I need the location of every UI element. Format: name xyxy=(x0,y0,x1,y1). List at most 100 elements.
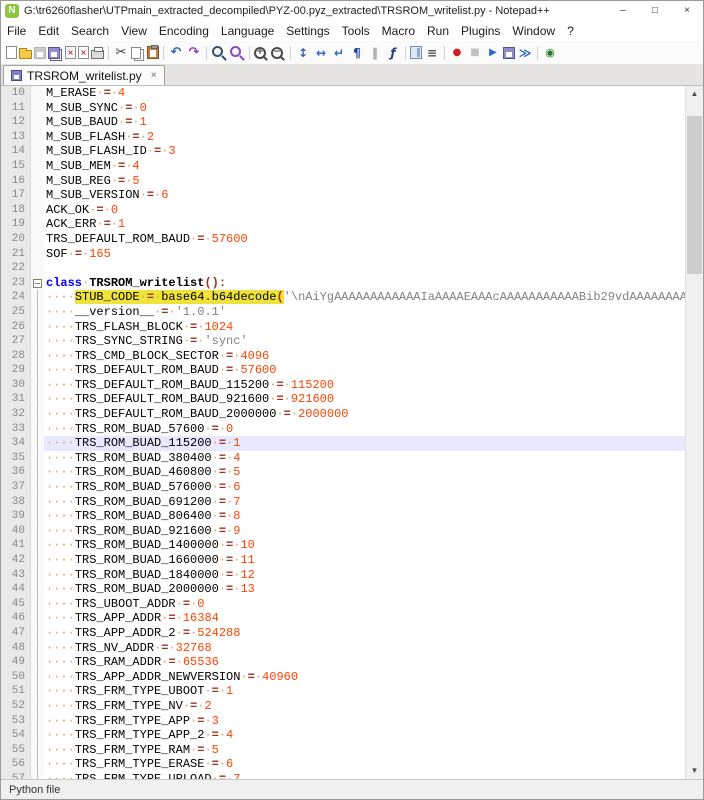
scroll-up-icon[interactable]: ▲ xyxy=(686,86,703,102)
print-icon[interactable] xyxy=(91,47,104,59)
code-line[interactable]: 35 ····TRS_ROM_BUAD_380400·=·4 xyxy=(1,450,685,466)
code-line[interactable]: 32 ····TRS_DEFAULT_ROM_BAUD_2000000·=·200… xyxy=(1,407,685,422)
zoom-in-icon[interactable]: + xyxy=(254,46,266,59)
code-line[interactable]: 15 M_SUB_MEM·=·4 xyxy=(1,158,685,174)
code-line[interactable]: 31 ····TRS_DEFAULT_ROM_BAUD_921600·=·9216… xyxy=(1,392,685,408)
fold-minus-icon[interactable] xyxy=(33,278,42,288)
code-line[interactable]: 39 ····TRS_ROM_BUAD_806400·=·8 xyxy=(1,509,685,524)
code-line[interactable]: 37 ····TRS_ROM_BUAD_576000·=·6 xyxy=(1,480,685,495)
code-line[interactable]: 29 ····TRS_DEFAULT_ROM_BAUD·=·57600 xyxy=(1,363,685,378)
function-list-icon[interactable]: ƒ xyxy=(385,45,401,61)
code-line[interactable]: 13 M_SUB_FLASH·=·2 xyxy=(1,129,685,145)
save-all-icon[interactable] xyxy=(48,46,60,59)
show-all-characters-icon[interactable]: ¶ xyxy=(349,45,365,61)
code-line[interactable]: 47 ····TRS_APP_ADDR_2·=·524288 xyxy=(1,625,685,641)
scroll-down-icon[interactable]: ▼ xyxy=(686,763,703,779)
scrollbar-thumb[interactable] xyxy=(687,116,702,274)
code-line[interactable]: 26 ····TRS_FLASH_BLOCK·=·1024 xyxy=(1,319,685,335)
play-macro-icon[interactable]: ▶ xyxy=(485,45,501,61)
code-line[interactable]: 52 ····TRS_FRM_TYPE_NV·=·2 xyxy=(1,698,685,714)
code-line[interactable]: 49 ····TRS_RAM_ADDR·=·65536 xyxy=(1,655,685,670)
menu-item-run[interactable]: Run xyxy=(421,22,455,40)
copy-icon[interactable] xyxy=(131,46,141,59)
stop-macro-icon[interactable]: ■ xyxy=(467,45,483,61)
close-icon[interactable] xyxy=(65,46,76,59)
code-line[interactable]: 17 M_SUB_VERSION·=·6 xyxy=(1,188,685,203)
scrollbar-track[interactable] xyxy=(686,102,703,763)
code-line[interactable]: 21 SOF·=·165 xyxy=(1,246,685,262)
zoom-out-icon[interactable]: − xyxy=(271,46,283,59)
code-line[interactable]: 16 M_SUB_REG·=·5 xyxy=(1,173,685,189)
code-line[interactable]: 22 xyxy=(1,261,685,276)
code-line[interactable]: 27 ····TRS_SYNC_STRING·=·'sync' xyxy=(1,334,685,349)
record-macro-icon[interactable]: ● xyxy=(449,45,465,61)
document-map-icon[interactable] xyxy=(410,46,422,59)
code-line[interactable]: 18 ACK_OK·=·0 xyxy=(1,202,685,218)
code-line[interactable]: 54 ····TRS_FRM_TYPE_APP_2·=·4 xyxy=(1,728,685,743)
code-line[interactable]: 20 TRS_DEFAULT_ROM_BAUD·=·57600 xyxy=(1,231,685,247)
code-line[interactable]: 36 ····TRS_ROM_BUAD_460800·=·5 xyxy=(1,465,685,481)
menu-item-view[interactable]: View xyxy=(115,22,153,40)
code-line[interactable]: 14 M_SUB_FLASH_ID·=·3 xyxy=(1,144,685,159)
code-line[interactable]: 45 ····TRS_UBOOT_ADDR·=·0 xyxy=(1,596,685,612)
code-line[interactable]: 48 ····TRS_NV_ADDR·=·32768 xyxy=(1,640,685,656)
cut-icon[interactable]: ✂ xyxy=(113,45,129,61)
menu-item-tools[interactable]: Tools xyxy=(336,22,376,40)
code-line[interactable]: 12 M_SUB_BAUD·=·1 xyxy=(1,115,685,130)
close-button[interactable]: × xyxy=(671,1,703,21)
menu-item-settings[interactable]: Settings xyxy=(280,22,335,40)
indent-guide-icon[interactable]: ∥ xyxy=(367,45,383,61)
menu-item-encoding[interactable]: Encoding xyxy=(153,22,215,40)
code-line[interactable]: 11 M_SUB_SYNC·=·0 xyxy=(1,100,685,116)
fold-collapse-button[interactable] xyxy=(31,275,44,291)
run-macro-multiple-icon[interactable]: ≫ xyxy=(517,45,533,61)
paste-icon[interactable] xyxy=(147,45,159,59)
redo-icon[interactable]: ↷ xyxy=(186,45,202,61)
code-line[interactable]: 46 ····TRS_APP_ADDR·=·16384 xyxy=(1,611,685,626)
vertical-scrollbar[interactable]: ▲ ▼ xyxy=(685,86,703,779)
menu-item-language[interactable]: Language xyxy=(215,22,280,40)
menu-item-search[interactable]: Search xyxy=(65,22,115,40)
word-wrap-icon[interactable]: ↵ xyxy=(331,45,347,61)
undo-icon[interactable]: ↶ xyxy=(168,45,184,61)
code-line[interactable]: 40 ····TRS_ROM_BUAD_921600·=·9 xyxy=(1,523,685,539)
menu-item-plugins[interactable]: Plugins xyxy=(455,22,506,40)
code-line[interactable]: 41 ····TRS_ROM_BUAD_1400000·=·10 xyxy=(1,538,685,553)
save-macro-icon[interactable] xyxy=(503,46,515,59)
minimize-button[interactable]: – xyxy=(607,1,639,21)
monitoring-icon[interactable]: ◉ xyxy=(542,45,558,61)
code-line[interactable]: 38 ····TRS_ROM_BUAD_691200·=·7 xyxy=(1,494,685,510)
save-icon[interactable] xyxy=(34,46,46,59)
code-line[interactable]: 42 ····TRS_ROM_BUAD_1660000·=·11 xyxy=(1,553,685,568)
tab-trsrom-writelist[interactable]: TRSROM_writelist.py × xyxy=(3,65,165,85)
find-icon[interactable] xyxy=(211,45,227,61)
menu-item-help[interactable]: ? xyxy=(561,22,580,40)
code-line[interactable]: 34 ····TRS_ROM_BUAD_115200·=·1 xyxy=(1,436,685,451)
sync-horizontal-icon[interactable]: ↔ xyxy=(313,45,329,61)
replace-icon[interactable] xyxy=(229,45,245,61)
sync-vertical-icon[interactable]: ↕ xyxy=(295,45,311,61)
code-line[interactable]: 23 class·TRSROM_writelist(): xyxy=(1,275,685,291)
menu-item-macro[interactable]: Macro xyxy=(376,22,421,40)
code-line[interactable]: 28 ····TRS_CMD_BLOCK_SECTOR·=·4096 xyxy=(1,348,685,364)
code-line[interactable]: 25 ····__version__·=·'1.0.1' xyxy=(1,304,685,320)
menu-item-file[interactable]: File xyxy=(1,22,32,40)
maximize-button[interactable]: □ xyxy=(639,1,671,21)
code-line[interactable]: 55 ····TRS_FRM_TYPE_RAM·=·5 xyxy=(1,742,685,758)
code-line[interactable]: 33 ····TRS_ROM_BUAD_57600·=·0 xyxy=(1,421,685,437)
close-all-icon[interactable] xyxy=(78,46,89,59)
code-line[interactable]: 50 ····TRS_APP_ADDR_NEWVERSION·=·40960 xyxy=(1,669,685,685)
menu-item-window[interactable]: Window xyxy=(506,22,561,40)
open-file-icon[interactable] xyxy=(19,48,32,59)
code-line[interactable]: 56 ····TRS_FRM_TYPE_ERASE·=·6 xyxy=(1,757,685,772)
code-line[interactable]: 19 ACK_ERR·=·1 xyxy=(1,217,685,232)
code-line[interactable]: 10 M_ERASE·=·4 xyxy=(1,86,685,101)
code-line[interactable]: 57 ····TRS_FRM_TYPE_UPLOAD·=·7 xyxy=(1,771,685,779)
code-line[interactable]: 51 ····TRS_FRM_TYPE_UBOOT·=·1 xyxy=(1,684,685,699)
menu-item-edit[interactable]: Edit xyxy=(32,22,65,40)
code-line[interactable]: 44 ····TRS_ROM_BUAD_2000000·=·13 xyxy=(1,582,685,597)
new-file-icon[interactable] xyxy=(6,46,17,59)
code-line[interactable]: 30 ····TRS_DEFAULT_ROM_BAUD_115200·=·1152… xyxy=(1,377,685,393)
code-line[interactable]: 53 ····TRS_FRM_TYPE_APP·=·3 xyxy=(1,713,685,729)
code-line[interactable]: 24 ····STUB_CODE·=·base64.b64decode('\nAi… xyxy=(1,290,685,305)
